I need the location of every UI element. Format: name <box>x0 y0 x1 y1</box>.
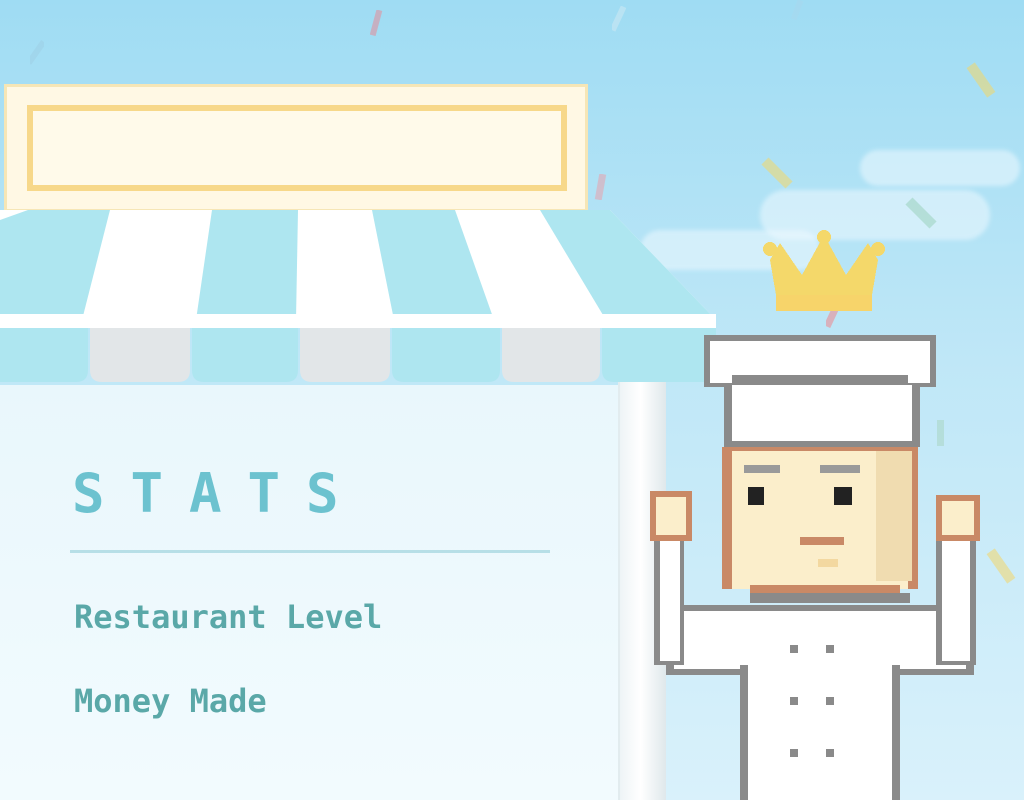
confetti-piece <box>594 174 607 200</box>
stats-divider <box>70 550 550 553</box>
cloud <box>860 150 1020 186</box>
confetti-piece <box>966 62 996 98</box>
confetti-piece <box>612 6 626 32</box>
confetti-piece <box>370 10 383 36</box>
confetti-piece <box>30 40 44 65</box>
crown-icon <box>763 230 885 311</box>
stat-restaurant-level[interactable]: Restaurant Level <box>74 598 382 636</box>
confetti-piece <box>761 157 793 189</box>
shop-sign <box>4 84 588 212</box>
shop-awning <box>0 210 716 382</box>
stats-title: STATS <box>72 462 365 525</box>
game-scene: STATS Restaurant Level Money Made <box>0 0 1024 800</box>
shop-front <box>0 385 622 800</box>
confetti-piece <box>790 0 804 21</box>
chef-character-icon[interactable] <box>640 225 1000 800</box>
shop-sign-plaque <box>27 105 567 191</box>
stat-money-made[interactable]: Money Made <box>74 682 267 720</box>
